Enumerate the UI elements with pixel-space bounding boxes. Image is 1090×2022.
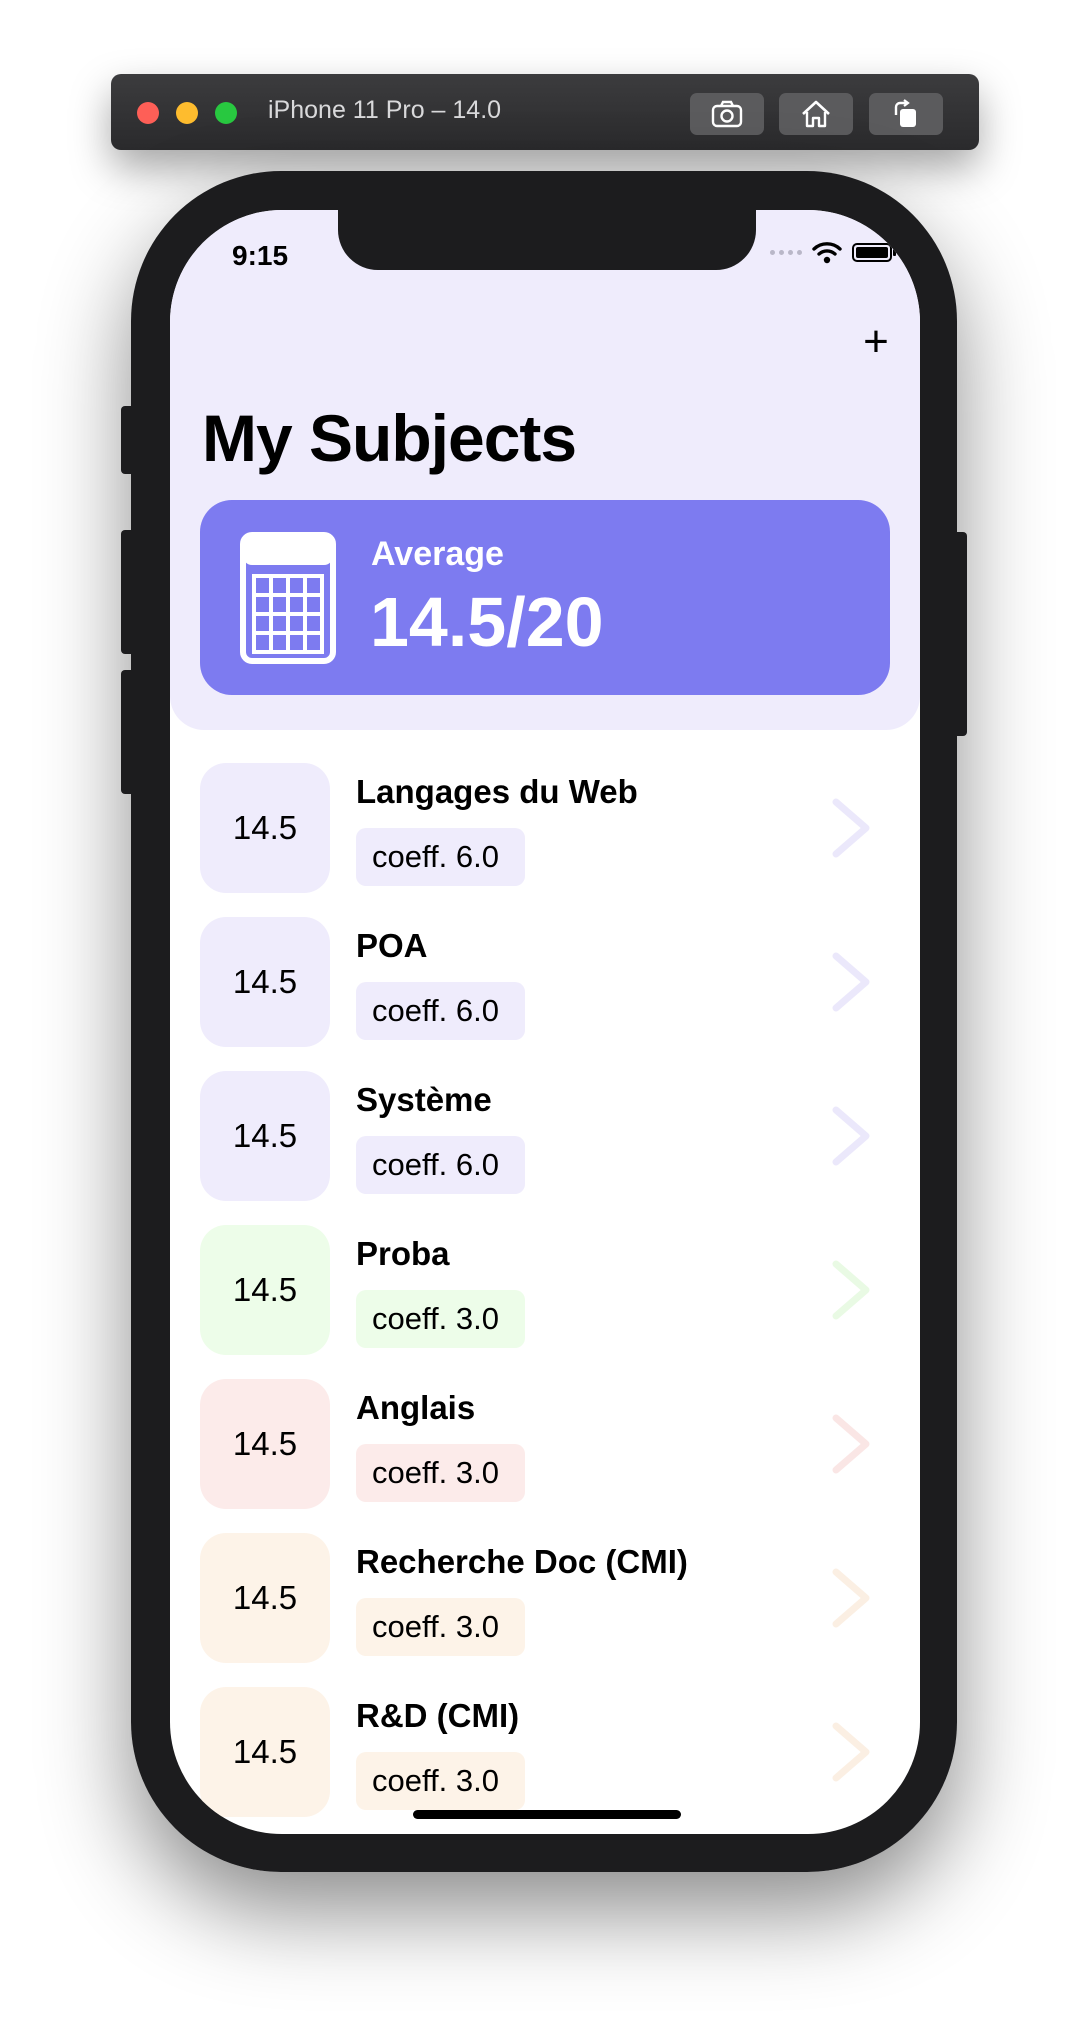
chevron-right-icon [832, 952, 870, 1012]
battery-icon [852, 242, 896, 262]
header-area: 9:15 + My Subjects Average 14.5/20 [170, 210, 920, 730]
coefficient-badge: coeff. 6.0 [356, 982, 525, 1040]
status-icons [770, 240, 896, 264]
chevron-right-icon [832, 1414, 870, 1474]
chevron-right-icon [832, 1722, 870, 1782]
subject-row[interactable]: 14.5 Langages du Web coeff. 6.0 [170, 763, 920, 893]
subject-row[interactable]: 14.5 Recherche Doc (CMI) coeff. 3.0 [170, 1533, 920, 1663]
coefficient-badge: coeff. 3.0 [356, 1598, 525, 1656]
camera-icon [711, 100, 743, 128]
simulator-title: iPhone 11 Pro – 14.0 [268, 96, 502, 124]
grade-badge: 14.5 [200, 763, 330, 893]
rotate-button[interactable] [869, 93, 943, 135]
home-button[interactable] [779, 93, 853, 135]
screenshot-button[interactable] [690, 93, 764, 135]
subject-row[interactable]: 14.5 Proba coeff. 3.0 [170, 1225, 920, 1355]
notch [338, 210, 756, 270]
grade-badge: 14.5 [200, 1379, 330, 1509]
subject-row[interactable]: 14.5 Anglais coeff. 3.0 [170, 1379, 920, 1509]
average-value: 14.5/20 [370, 583, 604, 661]
subject-name: Anglais [356, 1389, 476, 1426]
subject-name: Recherche Doc (CMI) [356, 1543, 688, 1580]
subject-name: R&D (CMI) [356, 1697, 520, 1734]
grade-badge: 14.5 [200, 1533, 330, 1663]
subject-row[interactable]: 14.5 POA coeff. 6.0 [170, 917, 920, 1047]
chevron-right-icon [832, 798, 870, 858]
wifi-icon [812, 242, 842, 264]
subject-row[interactable]: 14.5 R&D (CMI) coeff. 3.0 [170, 1687, 920, 1817]
coefficient-badge: coeff. 3.0 [356, 1444, 525, 1502]
rotate-icon [894, 99, 916, 127]
average-card: Average 14.5/20 [200, 500, 890, 695]
subject-row[interactable]: 14.5 Système coeff. 6.0 [170, 1071, 920, 1201]
home-icon [802, 100, 830, 128]
chevron-right-icon [832, 1106, 870, 1166]
coefficient-badge: coeff. 6.0 [356, 1136, 525, 1194]
subject-name: POA [356, 927, 428, 964]
signal-dots-icon [770, 249, 802, 255]
coefficient-badge: coeff. 3.0 [356, 1290, 525, 1348]
calculator-icon [240, 532, 336, 664]
subject-name: Proba [356, 1235, 450, 1272]
coefficient-badge: coeff. 3.0 [356, 1752, 525, 1810]
grade-badge: 14.5 [200, 1225, 330, 1355]
grade-badge: 14.5 [200, 1687, 330, 1817]
close-window-button[interactable] [137, 102, 159, 124]
chevron-right-icon [832, 1260, 870, 1320]
simulator-titlebar: iPhone 11 Pro – 14.0 [111, 74, 979, 150]
grade-badge: 14.5 [200, 1071, 330, 1201]
add-subject-button[interactable]: + [854, 320, 898, 364]
home-indicator[interactable] [413, 1810, 681, 1819]
phone-screen: 9:15 + My Subjects Average 14.5/20 14.5 … [170, 210, 920, 1834]
page-title: My Subjects [202, 401, 577, 475]
grade-badge: 14.5 [200, 917, 330, 1047]
status-time: 9:15 [232, 240, 289, 271]
subject-name: Langages du Web [356, 773, 638, 810]
minimize-window-button[interactable] [176, 102, 198, 124]
coefficient-badge: coeff. 6.0 [356, 828, 525, 886]
chevron-right-icon [832, 1568, 870, 1628]
zoom-window-button[interactable] [215, 102, 237, 124]
average-label: Average [371, 535, 504, 573]
subject-name: Système [356, 1081, 492, 1118]
